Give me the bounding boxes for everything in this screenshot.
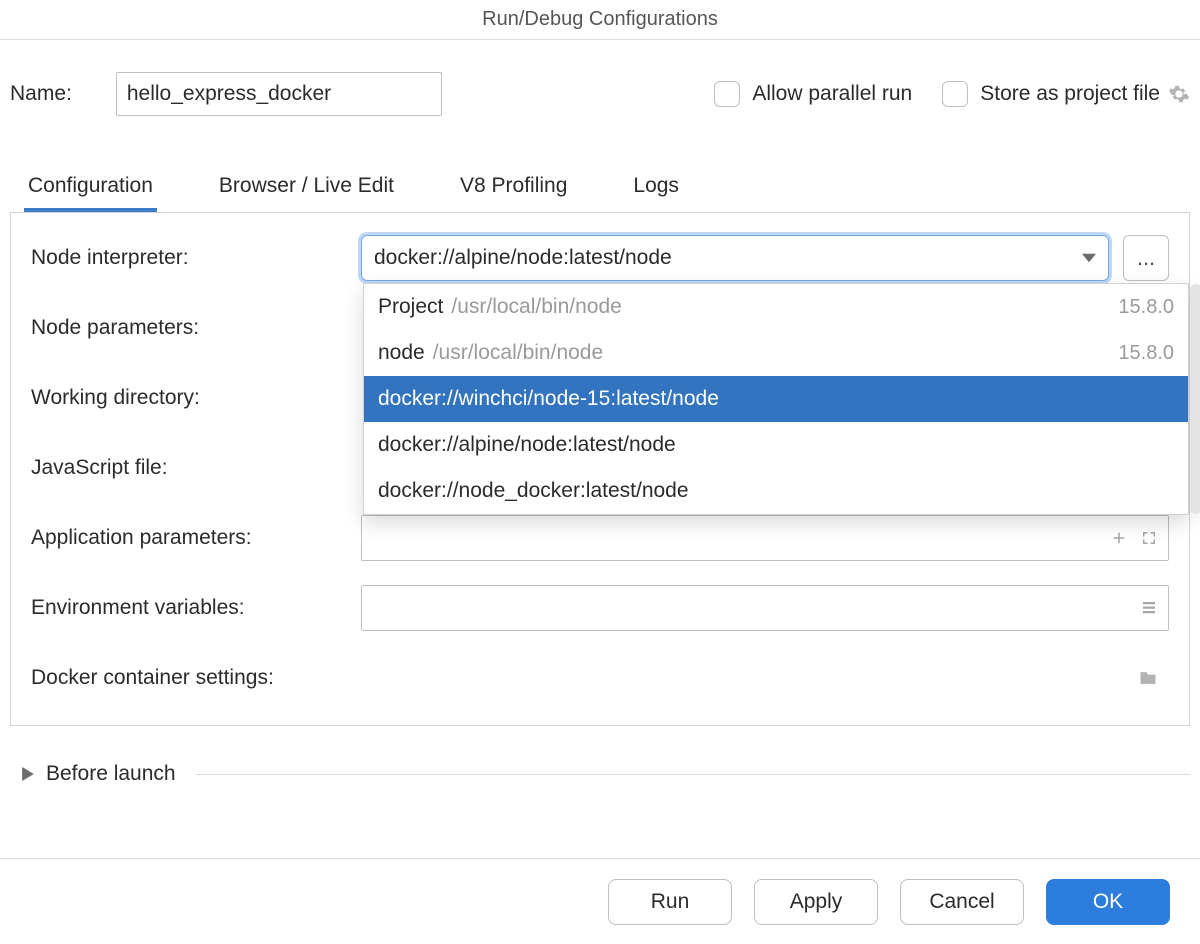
node-interpreter-value: docker://alpine/node:latest/node bbox=[374, 246, 672, 270]
application-parameters-input[interactable] bbox=[361, 515, 1169, 561]
dialog-title: Run/Debug Configurations bbox=[0, 0, 1200, 40]
store-as-project-file-checkbox[interactable] bbox=[942, 81, 968, 107]
environment-variables-label: Environment variables: bbox=[31, 596, 361, 620]
interpreter-option[interactable]: node /usr/local/bin/node 15.8.0 bbox=[364, 330, 1188, 376]
tab-configuration[interactable]: Configuration bbox=[24, 174, 157, 212]
ok-button[interactable]: OK bbox=[1046, 879, 1170, 925]
separator-line bbox=[196, 774, 1190, 775]
apply-button[interactable]: Apply bbox=[754, 879, 878, 925]
expand-icon[interactable] bbox=[1140, 529, 1158, 547]
interpreter-option-label: docker://alpine/node:latest/node bbox=[378, 433, 676, 457]
gear-icon[interactable] bbox=[1168, 83, 1190, 105]
docker-container-settings-field[interactable] bbox=[381, 655, 1169, 701]
plus-icon[interactable] bbox=[1110, 529, 1128, 547]
tab-logs[interactable]: Logs bbox=[629, 174, 683, 212]
interpreter-option[interactable]: docker://alpine/node:latest/node bbox=[364, 422, 1188, 468]
cancel-button[interactable]: Cancel bbox=[900, 879, 1024, 925]
interpreter-option-label: docker://winchci/node-15:latest/node bbox=[378, 387, 719, 411]
node-parameters-label: Node parameters: bbox=[31, 316, 361, 340]
interpreter-option[interactable]: Project /usr/local/bin/node 15.8.0 bbox=[364, 284, 1188, 330]
dialog-button-bar: Run Apply Cancel OK bbox=[0, 858, 1200, 944]
environment-variables-input[interactable] bbox=[361, 585, 1169, 631]
working-directory-label: Working directory: bbox=[31, 386, 361, 410]
list-icon[interactable] bbox=[1140, 599, 1158, 617]
javascript-file-label: JavaScript file: bbox=[31, 456, 361, 480]
name-label: Name: bbox=[10, 82, 72, 106]
store-as-project-file-option[interactable]: Store as project file bbox=[942, 81, 1160, 107]
interpreter-option[interactable]: docker://winchci/node-15:latest/node bbox=[364, 376, 1188, 422]
interpreter-option[interactable]: docker://node_docker:latest/node bbox=[364, 468, 1188, 514]
name-row: Name: Allow parallel run Store as projec… bbox=[0, 40, 1200, 116]
node-interpreter-label: Node interpreter: bbox=[31, 246, 361, 270]
tab-v8-profiling[interactable]: V8 Profiling bbox=[456, 174, 571, 212]
node-interpreter-combo[interactable]: docker://alpine/node:latest/node bbox=[361, 235, 1109, 281]
application-parameters-label: Application parameters: bbox=[31, 526, 361, 550]
configuration-panel: Node interpreter: docker://alpine/node:l… bbox=[10, 212, 1190, 726]
docker-container-settings-label: Docker container settings: bbox=[31, 666, 381, 690]
interpreter-option-label: node bbox=[378, 341, 425, 365]
interpreter-option-label: docker://node_docker:latest/node bbox=[378, 479, 689, 503]
node-interpreter-dropdown: Project /usr/local/bin/node 15.8.0 node … bbox=[363, 283, 1189, 515]
before-launch-label: Before launch bbox=[46, 762, 176, 786]
tabs: Configuration Browser / Live Edit V8 Pro… bbox=[0, 116, 1200, 212]
interpreter-option-version: 15.8.0 bbox=[1118, 296, 1174, 319]
allow-parallel-run-option[interactable]: Allow parallel run bbox=[714, 81, 912, 107]
run-button[interactable]: Run bbox=[608, 879, 732, 925]
before-launch-section[interactable]: Before launch bbox=[0, 726, 1200, 786]
tab-browser-live-edit[interactable]: Browser / Live Edit bbox=[215, 174, 398, 212]
chevron-down-icon bbox=[1082, 251, 1096, 265]
interpreter-option-version: 15.8.0 bbox=[1118, 342, 1174, 365]
triangle-right-icon bbox=[22, 767, 34, 781]
folder-icon[interactable] bbox=[1137, 668, 1159, 688]
allow-parallel-run-checkbox[interactable] bbox=[714, 81, 740, 107]
node-interpreter-browse-button[interactable]: ... bbox=[1123, 235, 1169, 281]
name-input[interactable] bbox=[116, 72, 442, 116]
dropdown-scrollbar[interactable] bbox=[1190, 284, 1200, 514]
store-as-project-file-label: Store as project file bbox=[980, 82, 1160, 106]
interpreter-option-label: Project bbox=[378, 295, 443, 319]
interpreter-option-path: /usr/local/bin/node bbox=[451, 295, 621, 319]
allow-parallel-run-label: Allow parallel run bbox=[752, 82, 912, 106]
interpreter-option-path: /usr/local/bin/node bbox=[433, 341, 603, 365]
